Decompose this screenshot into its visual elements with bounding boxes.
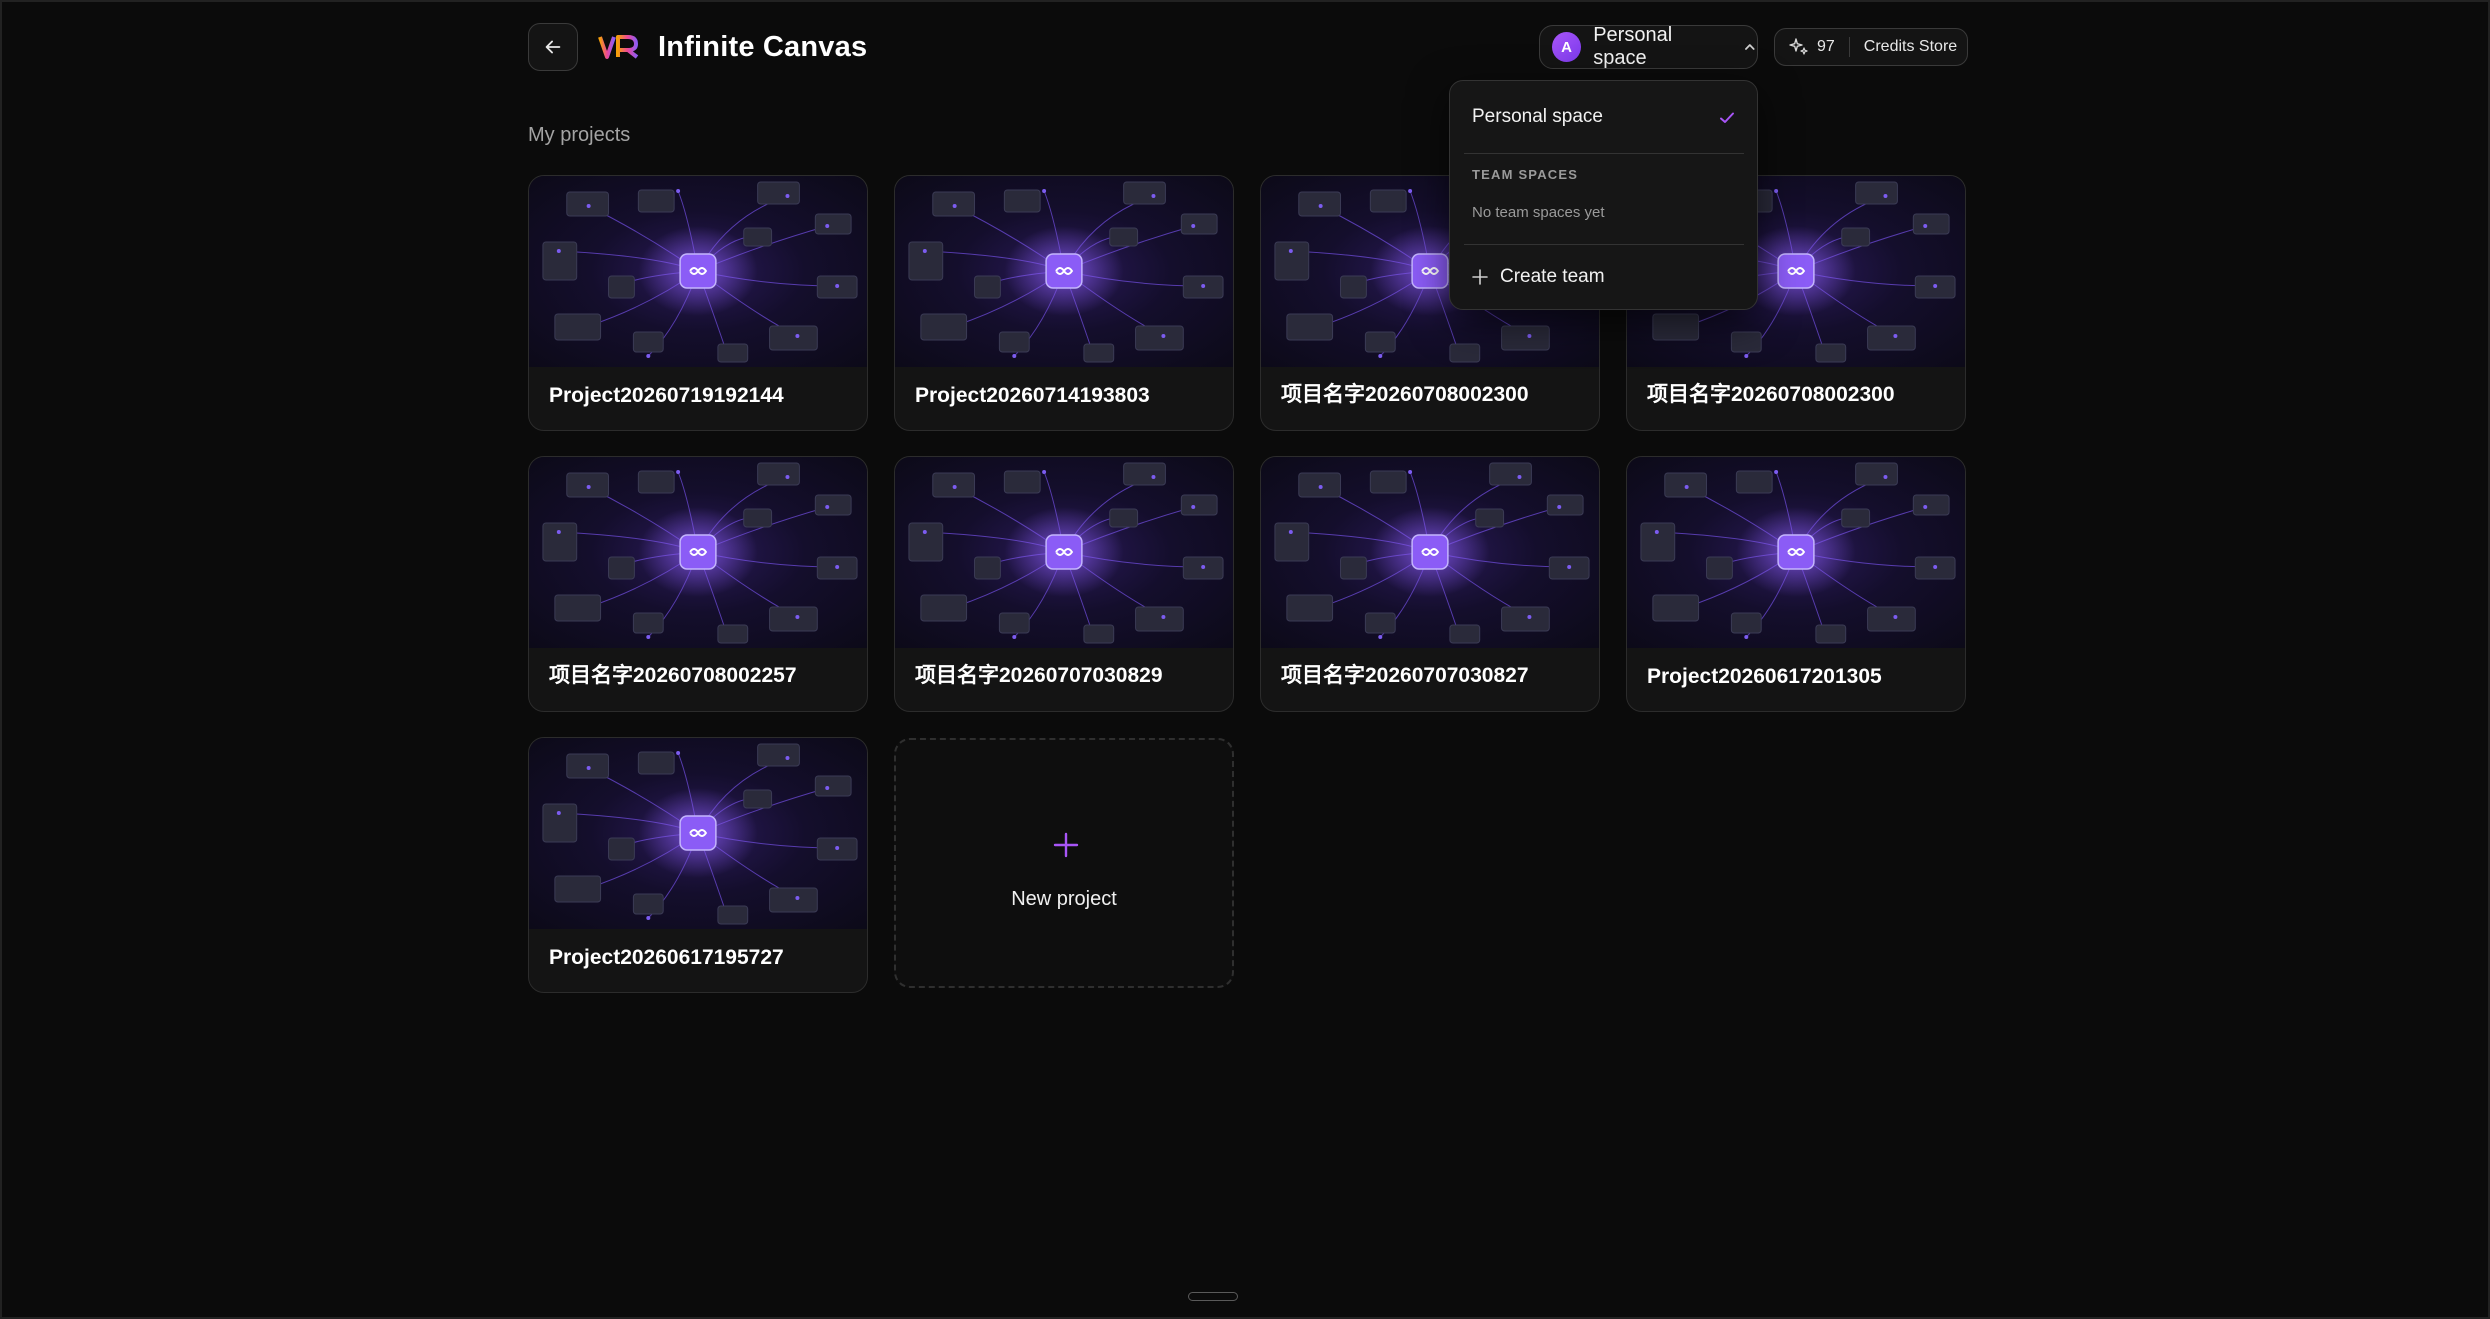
project-title: 项目名字20260708002300: [1281, 383, 1529, 406]
create-team-label: Create team: [1500, 266, 1605, 287]
menu-divider: [1464, 244, 1744, 245]
credits-widget: 97 Credits Store: [1774, 28, 1968, 66]
project-card[interactable]: Project20260714193803: [894, 175, 1234, 431]
scroll-handle[interactable]: [1188, 1292, 1238, 1301]
back-button[interactable]: [528, 23, 578, 71]
project-thumbnail: [1261, 457, 1599, 648]
credits-count: 97: [1817, 38, 1835, 55]
project-card[interactable]: Project20260719192144: [528, 175, 868, 431]
project-title: 项目名字20260708002257: [549, 664, 797, 687]
arrow-left-icon: [545, 40, 561, 54]
credits-divider: [1848, 37, 1850, 57]
project-title: 项目名字20260707030829: [915, 664, 1163, 687]
vr-logo-icon: [598, 35, 639, 59]
project-thumbnail: [529, 176, 867, 367]
check-icon: [1720, 112, 1734, 123]
space-dropdown-menu: Personal space TEAM SPACES No team space…: [1449, 80, 1758, 310]
new-project-card[interactable]: New project: [894, 738, 1234, 988]
project-thumbnail: [895, 176, 1233, 367]
project-card[interactable]: Project20260617201305: [1626, 456, 1966, 712]
menu-divider: [1464, 153, 1744, 154]
project-thumbnail: [1627, 457, 1965, 648]
create-team-button[interactable]: Create team: [1464, 257, 1744, 297]
team-spaces-empty-text: No team spaces yet: [1472, 204, 1605, 221]
project-card[interactable]: 项目名字20260707030829: [894, 456, 1234, 712]
section-title: My projects: [528, 124, 631, 146]
project-card[interactable]: Project20260617195727: [528, 737, 868, 993]
project-title: Project20260719192144: [549, 384, 784, 407]
space-selector-button[interactable]: A Personal space: [1539, 24, 1758, 69]
new-project-label: New project: [1011, 888, 1117, 910]
project-title: Project20260617195727: [549, 946, 784, 969]
menu-item-personal-space[interactable]: Personal space: [1464, 97, 1744, 137]
plus-icon: [1472, 269, 1488, 285]
project-title: Project20260714193803: [915, 384, 1150, 407]
project-thumbnail: [895, 457, 1233, 648]
project-title: Project20260617201305: [1647, 665, 1882, 688]
menu-item-label: Personal space: [1472, 106, 1603, 127]
avatar: A: [1552, 32, 1582, 62]
plus-icon: [1053, 832, 1079, 858]
team-spaces-heading: TEAM SPACES: [1472, 167, 1579, 182]
sparkle-icon: [1789, 38, 1808, 55]
project-thumbnail: [529, 457, 867, 648]
app-title: Infinite Canvas: [658, 31, 868, 63]
credits-store-link[interactable]: Credits Store: [1864, 38, 1957, 56]
project-card[interactable]: 项目名字20260707030827: [1260, 456, 1600, 712]
space-selector-label: Personal space: [1593, 24, 1673, 69]
project-title: 项目名字20260708002300: [1647, 383, 1895, 406]
chevron-up-icon: [1745, 44, 1755, 50]
app-page: Infinite Canvas A Personal space 97 Cred…: [0, 0, 2490, 1319]
project-card[interactable]: 项目名字20260708002257: [528, 456, 868, 712]
project-title: 项目名字20260707030827: [1281, 664, 1529, 687]
project-thumbnail: [529, 738, 867, 929]
